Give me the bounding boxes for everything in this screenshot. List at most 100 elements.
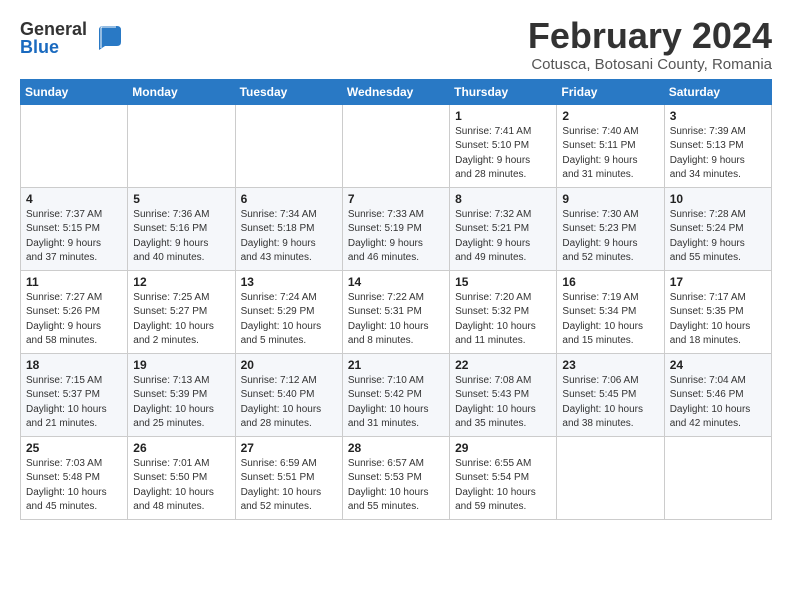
day-number: 15	[455, 275, 551, 289]
calendar-cell: 26 Sunrise: 7:01 AM Sunset: 5:50 PM Dayli…	[128, 436, 235, 519]
calendar-cell: 7 Sunrise: 7:33 AM Sunset: 5:19 PM Daylig…	[342, 187, 449, 270]
calendar-cell: 6 Sunrise: 7:34 AM Sunset: 5:18 PM Daylig…	[235, 187, 342, 270]
day-number: 7	[348, 192, 444, 206]
day-info: Sunrise: 7:03 AM Sunset: 5:48 PM Dayligh…	[26, 457, 122, 515]
week-row-1: 4 Sunrise: 7:37 AM Sunset: 5:15 PM Daylig…	[21, 187, 772, 270]
day-info: Sunrise: 7:12 AM Sunset: 5:40 PM Dayligh…	[241, 374, 337, 432]
calendar-cell: 13 Sunrise: 7:24 AM Sunset: 5:29 PM Dayli…	[235, 270, 342, 353]
calendar-cell: 19Sunrise: 7:13 AM Sunset: 5:39 PM Dayli…	[128, 353, 235, 436]
day-number: 13	[241, 275, 337, 289]
day-number: 24	[670, 358, 766, 372]
calendar-cell	[21, 104, 128, 187]
day-info: Sunrise: 7:37 AM Sunset: 5:15 PM Dayligh…	[26, 208, 122, 266]
day-info: Sunrise: 7:06 AM Sunset: 5:45 PM Dayligh…	[562, 374, 658, 432]
day-number: 19	[133, 358, 229, 372]
subtitle: Cotusca, Botosani County, Romania	[528, 56, 772, 73]
calendar-cell: 3Sunrise: 7:39 AM Sunset: 5:13 PM Daylig…	[664, 104, 771, 187]
day-number: 16	[562, 275, 658, 289]
day-info: Sunrise: 7:27 AM Sunset: 5:26 PM Dayligh…	[26, 291, 122, 349]
day-info: Sunrise: 6:57 AM Sunset: 5:53 PM Dayligh…	[348, 457, 444, 515]
weekday-row: Sunday Monday Tuesday Wednesday Thursday…	[21, 79, 772, 104]
calendar-cell: 2Sunrise: 7:40 AM Sunset: 5:11 PM Daylig…	[557, 104, 664, 187]
day-number: 26	[133, 441, 229, 455]
calendar-cell: 9 Sunrise: 7:30 AM Sunset: 5:23 PM Daylig…	[557, 187, 664, 270]
calendar-cell: 10 Sunrise: 7:28 AM Sunset: 5:24 PM Dayli…	[664, 187, 771, 270]
weekday-friday: Friday	[557, 79, 664, 104]
calendar-body: 1 Sunrise: 7:41 AM Sunset: 5:10 PM Daylig…	[21, 104, 772, 519]
calendar-cell: 1 Sunrise: 7:41 AM Sunset: 5:10 PM Daylig…	[450, 104, 557, 187]
calendar: Sunday Monday Tuesday Wednesday Thursday…	[20, 79, 772, 520]
day-number: 6	[241, 192, 337, 206]
day-number: 20	[241, 358, 337, 372]
calendar-cell: 22 Sunrise: 7:08 AM Sunset: 5:43 PM Dayli…	[450, 353, 557, 436]
day-info: Sunrise: 7:41 AM Sunset: 5:10 PM Dayligh…	[455, 125, 551, 183]
day-number: 3	[670, 109, 766, 123]
weekday-monday: Monday	[128, 79, 235, 104]
day-info: Sunrise: 7:22 AM Sunset: 5:31 PM Dayligh…	[348, 291, 444, 349]
day-number: 17	[670, 275, 766, 289]
calendar-cell	[557, 436, 664, 519]
weekday-saturday: Saturday	[664, 79, 771, 104]
day-number: 1	[455, 109, 551, 123]
week-row-0: 1 Sunrise: 7:41 AM Sunset: 5:10 PM Daylig…	[21, 104, 772, 187]
calendar-cell: 16 Sunrise: 7:19 AM Sunset: 5:34 PM Dayli…	[557, 270, 664, 353]
day-number: 4	[26, 192, 122, 206]
day-info: Sunrise: 7:17 AM Sunset: 5:35 PM Dayligh…	[670, 291, 766, 349]
calendar-cell: 27Sunrise: 6:59 AM Sunset: 5:51 PM Dayli…	[235, 436, 342, 519]
day-number: 21	[348, 358, 444, 372]
header: General Blue February 2024 Cotusca, Boto…	[20, 16, 772, 73]
day-info: Sunrise: 7:30 AM Sunset: 5:23 PM Dayligh…	[562, 208, 658, 266]
calendar-cell: 25 Sunrise: 7:03 AM Sunset: 5:48 PM Dayli…	[21, 436, 128, 519]
weekday-sunday: Sunday	[21, 79, 128, 104]
day-number: 14	[348, 275, 444, 289]
calendar-cell: 29Sunrise: 6:55 AM Sunset: 5:54 PM Dayli…	[450, 436, 557, 519]
calendar-cell: 8Sunrise: 7:32 AM Sunset: 5:21 PM Daylig…	[450, 187, 557, 270]
day-number: 5	[133, 192, 229, 206]
calendar-cell	[128, 104, 235, 187]
calendar-cell: 20 Sunrise: 7:12 AM Sunset: 5:40 PM Dayli…	[235, 353, 342, 436]
month-title: February 2024	[528, 16, 772, 56]
day-info: Sunrise: 7:01 AM Sunset: 5:50 PM Dayligh…	[133, 457, 229, 515]
day-number: 12	[133, 275, 229, 289]
week-row-3: 18 Sunrise: 7:15 AM Sunset: 5:37 PM Dayli…	[21, 353, 772, 436]
day-info: Sunrise: 7:28 AM Sunset: 5:24 PM Dayligh…	[670, 208, 766, 266]
day-info: Sunrise: 7:40 AM Sunset: 5:11 PM Dayligh…	[562, 125, 658, 183]
calendar-cell: 23 Sunrise: 7:06 AM Sunset: 5:45 PM Dayli…	[557, 353, 664, 436]
logo: General Blue	[20, 20, 123, 56]
week-row-4: 25 Sunrise: 7:03 AM Sunset: 5:48 PM Dayli…	[21, 436, 772, 519]
calendar-cell: 18 Sunrise: 7:15 AM Sunset: 5:37 PM Dayli…	[21, 353, 128, 436]
day-info: Sunrise: 7:19 AM Sunset: 5:34 PM Dayligh…	[562, 291, 658, 349]
calendar-cell: 21 Sunrise: 7:10 AM Sunset: 5:42 PM Dayli…	[342, 353, 449, 436]
calendar-cell	[235, 104, 342, 187]
day-number: 28	[348, 441, 444, 455]
calendar-cell: 12Sunrise: 7:25 AM Sunset: 5:27 PM Dayli…	[128, 270, 235, 353]
calendar-cell: 11Sunrise: 7:27 AM Sunset: 5:26 PM Dayli…	[21, 270, 128, 353]
calendar-cell: 4 Sunrise: 7:37 AM Sunset: 5:15 PM Daylig…	[21, 187, 128, 270]
calendar-cell	[342, 104, 449, 187]
day-number: 25	[26, 441, 122, 455]
weekday-tuesday: Tuesday	[235, 79, 342, 104]
day-info: Sunrise: 6:59 AM Sunset: 5:51 PM Dayligh…	[241, 457, 337, 515]
day-number: 22	[455, 358, 551, 372]
day-info: Sunrise: 7:32 AM Sunset: 5:21 PM Dayligh…	[455, 208, 551, 266]
day-info: Sunrise: 7:10 AM Sunset: 5:42 PM Dayligh…	[348, 374, 444, 432]
weekday-thursday: Thursday	[450, 79, 557, 104]
day-info: Sunrise: 7:08 AM Sunset: 5:43 PM Dayligh…	[455, 374, 551, 432]
day-info: Sunrise: 7:34 AM Sunset: 5:18 PM Dayligh…	[241, 208, 337, 266]
day-number: 10	[670, 192, 766, 206]
day-info: Sunrise: 7:24 AM Sunset: 5:29 PM Dayligh…	[241, 291, 337, 349]
day-info: Sunrise: 7:33 AM Sunset: 5:19 PM Dayligh…	[348, 208, 444, 266]
day-number: 23	[562, 358, 658, 372]
day-info: Sunrise: 6:55 AM Sunset: 5:54 PM Dayligh…	[455, 457, 551, 515]
day-info: Sunrise: 7:15 AM Sunset: 5:37 PM Dayligh…	[26, 374, 122, 432]
day-info: Sunrise: 7:36 AM Sunset: 5:16 PM Dayligh…	[133, 208, 229, 266]
weekday-wednesday: Wednesday	[342, 79, 449, 104]
week-row-2: 11Sunrise: 7:27 AM Sunset: 5:26 PM Dayli…	[21, 270, 772, 353]
calendar-cell: 14 Sunrise: 7:22 AM Sunset: 5:31 PM Dayli…	[342, 270, 449, 353]
day-number: 9	[562, 192, 658, 206]
title-block: February 2024 Cotusca, Botosani County, …	[528, 16, 772, 73]
day-number: 18	[26, 358, 122, 372]
logo-text: General Blue	[20, 20, 87, 56]
calendar-cell	[664, 436, 771, 519]
page: General Blue February 2024 Cotusca, Boto…	[0, 0, 792, 530]
